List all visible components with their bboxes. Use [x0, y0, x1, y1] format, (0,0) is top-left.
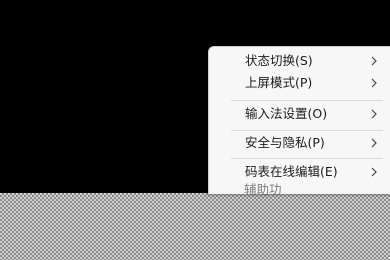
menu-item-label: 码表在线编辑(E)	[245, 164, 338, 179]
chevron-right-icon	[371, 138, 377, 148]
chevron-right-icon	[371, 56, 377, 66]
chevron-right-icon	[371, 167, 377, 177]
menu-item-security-privacy[interactable]: 安全与隐私(P)	[209, 132, 390, 154]
chevron-right-icon	[371, 78, 377, 88]
context-menu: 状态切换(S) 上屏模式(P) 输入法设置(O) 安全与隐私(P) 码表在线编辑…	[208, 46, 390, 194]
menu-item-ime-settings[interactable]: 输入法设置(O)	[209, 103, 390, 125]
chevron-right-icon	[371, 109, 377, 119]
menu-item-label: 输入法设置(O)	[245, 106, 328, 121]
menu-item-label: 安全与隐私(P)	[245, 135, 325, 150]
menu-item-label: 状态切换(S)	[245, 53, 313, 68]
menu-separator	[231, 130, 383, 131]
dithered-background	[0, 193, 390, 260]
menu-separator	[231, 158, 383, 159]
menu-item-partially-hidden: 辅助功	[244, 182, 282, 197]
menu-item-codetable-edit[interactable]: 码表在线编辑(E)	[209, 161, 390, 183]
menu-item-commit-mode[interactable]: 上屏模式(P)	[209, 72, 390, 94]
menu-separator	[231, 100, 383, 101]
menu-item-state-switch[interactable]: 状态切换(S)	[209, 50, 390, 72]
menu-item-label: 上屏模式(P)	[245, 75, 313, 90]
